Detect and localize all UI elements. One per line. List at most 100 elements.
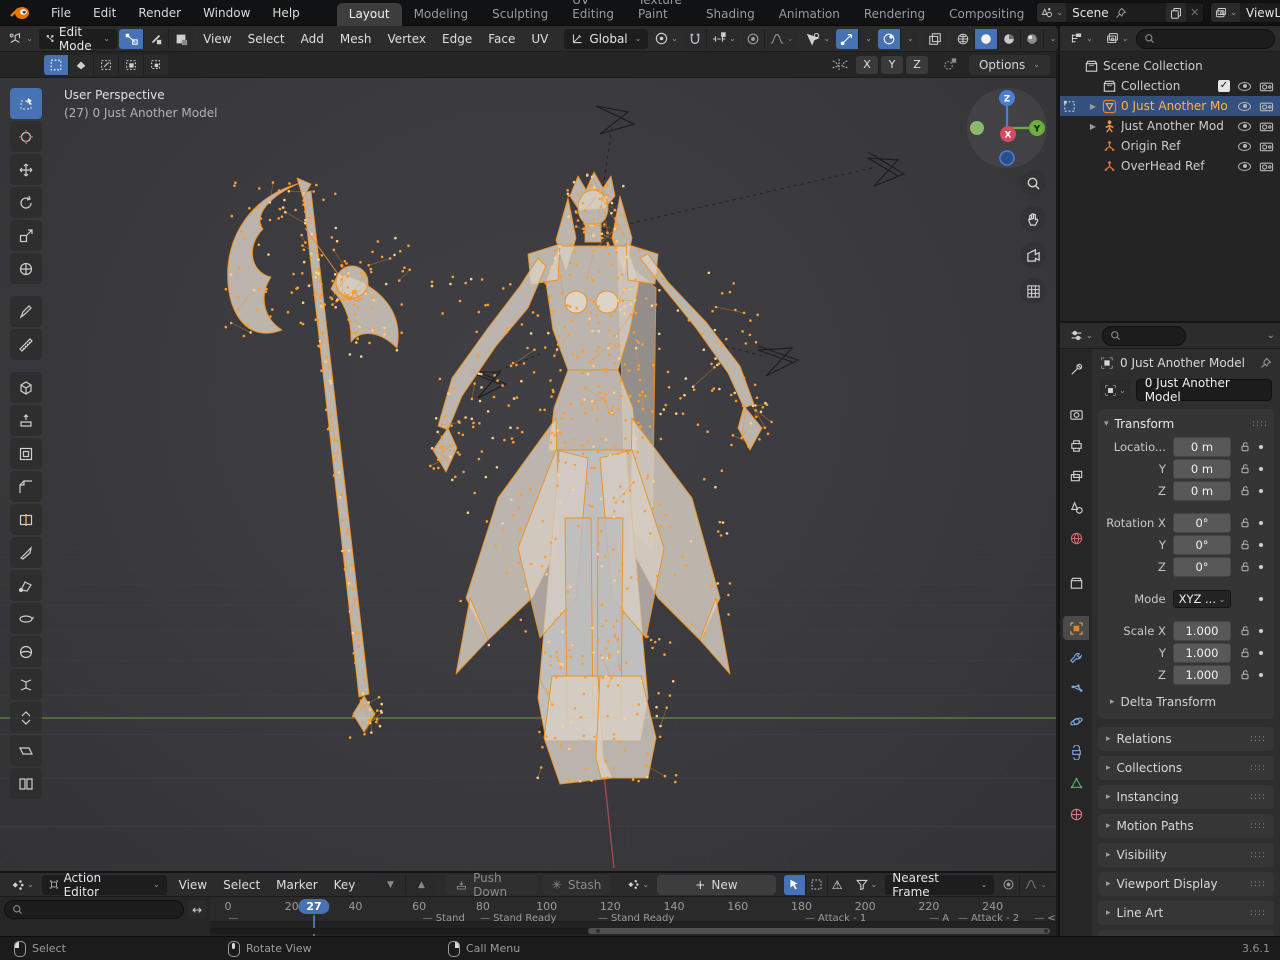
lock-icon[interactable] [1236,561,1253,573]
tool-shrink-fatten[interactable] [10,702,42,733]
camera-view-icon[interactable] [1020,242,1046,268]
outliner-row-overhead-ref[interactable]: OverHead Ref [1060,156,1280,176]
gizmos-toggle-icon[interactable] [836,29,859,49]
properties-tab-material[interactable] [1063,802,1089,826]
menu-file[interactable]: File [40,6,82,20]
viewlayer-name[interactable]: ViewLayer [1246,6,1280,20]
overlays-dropdown-icon[interactable]: ⌄ [901,29,918,49]
character-mesh[interactable] [228,172,762,784]
viewport-menu-view[interactable]: View [195,32,239,46]
panel-grip-icon[interactable]: :::: [1250,821,1266,831]
tool-inset-faces[interactable] [10,438,42,469]
gizmos-dropdown-icon[interactable]: ⌄ [859,29,876,49]
select-new-icon[interactable] [44,55,69,75]
pin-icon[interactable] [1260,357,1272,369]
select-intersect-icon[interactable] [144,55,168,75]
panel-visibility[interactable]: ▸Visibility:::: [1098,843,1274,867]
object-type-icon[interactable]: ⌄ [1100,380,1130,400]
select-extend-icon[interactable] [69,55,94,75]
properties-tab-scene[interactable] [1063,495,1089,519]
timeline-marker-a[interactable]: —A [929,913,949,924]
new-scene-icon[interactable] [1166,3,1186,22]
edge-select-icon[interactable] [144,29,169,49]
panel-grip-icon[interactable]: :::: [1250,879,1266,889]
panel-grip-icon[interactable]: :::: [1250,908,1266,918]
tool-bevel[interactable] [10,471,42,502]
properties-tab-physics[interactable] [1063,709,1089,733]
disable-render-camera-icon[interactable] [1259,99,1274,114]
shading-material-icon[interactable] [998,29,1021,49]
properties-tab-render[interactable] [1063,402,1089,426]
pivot-point-icon[interactable]: ⌄ [650,29,682,49]
properties-tab-modifiers[interactable] [1063,647,1089,671]
timeline-ruler[interactable]: 020406080100120140160180200220240 ——Stan… [210,897,1056,922]
menu-render[interactable]: Render [127,6,192,20]
dopesheet-body[interactable]: ↔ 020406080100120140160180200220240 ——St… [0,897,1056,936]
timeline-marker[interactable]: — [228,913,241,924]
outliner-row-0-just-another-mo[interactable]: ▶0 Just Another Mo [1060,96,1280,116]
disable-render-camera-icon[interactable] [1259,119,1274,134]
dopesheet-editor-type-icon[interactable]: ⌄ [5,875,38,895]
outliner-row-just-another-mod[interactable]: ▶Just Another Mod [1060,116,1280,136]
mirror-axis-z[interactable]: Z [906,56,928,74]
properties-search-input[interactable] [1102,326,1186,346]
tool-loop-cut[interactable] [10,504,42,535]
panel-grip-icon[interactable]: :::: [1250,734,1266,744]
face-select-icon[interactable] [169,29,193,49]
hide-viewport-eye-icon[interactable] [1238,142,1251,151]
animate-dot[interactable] [1253,673,1268,677]
workspace-tab-modeling[interactable]: Modeling [402,3,481,26]
properties-tab-world[interactable] [1063,526,1089,550]
proportional-editing-icon[interactable] [742,29,765,49]
zoom-icon[interactable] [1020,170,1046,196]
properties-tab-object-data[interactable] [1063,771,1089,795]
vertex-select-icon[interactable] [119,29,144,49]
breadcrumb-object-name[interactable]: 0 Just Another Model [1120,356,1245,370]
timeline-marker-stand-ready[interactable]: —Stand Ready [480,913,556,924]
workspace-tab-sculpting[interactable]: Sculpting [480,3,560,26]
3d-viewport[interactable]: User Perspective (27) 0 Just Another Mod… [0,78,1056,871]
snap-mode-dropdown[interactable]: Nearest Frame ⌄ [885,875,994,895]
dope-falloff-icon[interactable]: ⌄ [1020,875,1051,895]
new-action-button[interactable]: + New [657,875,776,895]
expand-channels-icon[interactable]: ↔ [188,900,206,919]
tool-move[interactable] [10,154,42,185]
tool-annotate[interactable] [10,296,42,327]
disable-render-camera-icon[interactable] [1259,79,1274,94]
mirror-axis-x[interactable]: X [856,56,878,74]
orientation-dropdown[interactable]: Global ⌄ [564,29,648,49]
workspace-tab-uv-editing[interactable]: UV Editing [560,0,626,26]
dopesheet-menu-marker[interactable]: Marker [268,878,325,892]
outliner-editor-type-icon[interactable]: ⌄ [1065,29,1097,49]
properties-tab-particles[interactable] [1063,678,1089,702]
value-field[interactable]: 1.000 [1173,621,1231,641]
box-select-icon[interactable] [806,875,828,895]
tool-rotate[interactable] [10,187,42,218]
navigation-gizmo[interactable]: Z Y X [965,86,1049,170]
workspace-tab-rendering[interactable]: Rendering [852,3,937,26]
viewlayer-selector[interactable]: ⌄ ViewLayer ✕ [1210,2,1280,23]
animate-dot[interactable] [1253,445,1268,449]
outliner-row-origin-ref[interactable]: Origin Ref [1060,136,1280,156]
panel-grip-icon[interactable]: :::: [1250,850,1266,860]
outliner-display-mode-icon[interactable]: ⌄ [1101,29,1133,49]
push-down-button[interactable]: Push Down [446,875,537,895]
workspace-tab-texture-paint[interactable]: Texture Paint [626,0,694,26]
outliner-row-collection[interactable]: Collection✓ [1060,76,1280,96]
animate-dot[interactable] [1253,565,1268,569]
mirror-axis-y[interactable]: Y [881,56,903,74]
outliner-row-scene-collection[interactable]: Scene Collection [1060,56,1280,76]
action-editor-mode-dropdown[interactable]: Action Editor ⌄ [42,875,167,895]
viewport-menu-select[interactable]: Select [240,32,293,46]
value-field[interactable]: 0 m [1173,459,1231,479]
tool-measure[interactable] [10,329,42,360]
panel-viewport-display[interactable]: ▸Viewport Display:::: [1098,872,1274,896]
tool-spin[interactable] [10,603,42,634]
select-invert-icon[interactable] [119,55,144,75]
options-dropdown[interactable]: Options⌄ [969,55,1050,75]
value-field[interactable]: 0° [1173,513,1231,533]
pan-hand-icon[interactable] [1020,206,1046,232]
outliner-search-input[interactable] [1136,29,1275,49]
menu-window[interactable]: Window [192,6,261,20]
hide-viewport-eye-icon[interactable] [1238,102,1251,111]
